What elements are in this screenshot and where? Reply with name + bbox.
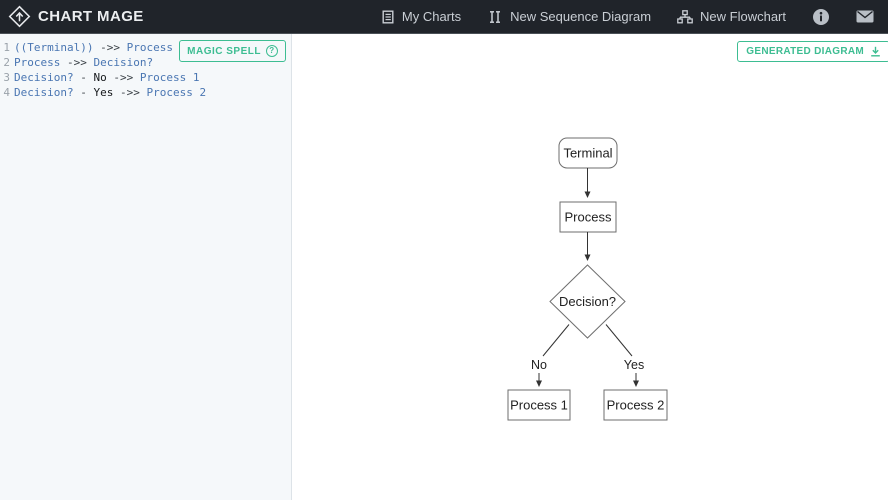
logo-diamond-arrow-icon	[8, 5, 31, 28]
code-line-content: ((Terminal)) ->> Process	[14, 40, 173, 55]
code-line-content: Process ->> Decision?	[14, 55, 153, 70]
code-line-content: Decision? - No ->> Process 1	[14, 70, 199, 85]
diagram-canvas: GENERATED DIAGRAM Terminal Process	[292, 34, 888, 500]
line-number: 4	[2, 85, 10, 100]
node-decision-label: Decision?	[559, 294, 616, 309]
edge-decision-process1-diagonal	[543, 325, 569, 357]
code-line-content: Decision? - Yes ->> Process 2	[14, 85, 206, 100]
node-process-label: Process	[565, 210, 612, 225]
nav-my-charts[interactable]: My Charts	[381, 9, 461, 24]
mail-button[interactable]	[856, 10, 874, 23]
code-editor[interactable]: 1 ((Terminal)) ->> Process 2 Process ->> De…	[0, 34, 292, 500]
nav-label: My Charts	[402, 9, 461, 24]
code-line[interactable]: 4 Decision? - Yes ->> Process 2	[0, 85, 291, 100]
node-terminal-label: Terminal	[563, 146, 612, 161]
flowchart-svg: Terminal Process Decision? No Process 1 …	[292, 34, 888, 500]
edge-decision-process2-diagonal	[606, 325, 632, 357]
nav-label: New Sequence Diagram	[510, 9, 651, 24]
node-process2-label: Process 2	[607, 398, 665, 413]
node-process1-label: Process 1	[510, 398, 568, 413]
magic-spell-button[interactable]: MAGIC SPELL ?	[179, 40, 286, 62]
edge-label-no: No	[531, 358, 547, 372]
info-icon	[812, 8, 830, 26]
nav-new-sequence-diagram[interactable]: New Sequence Diagram	[487, 9, 651, 24]
line-number: 1	[2, 40, 10, 55]
mail-icon	[856, 10, 874, 23]
flowchart-icon	[677, 10, 693, 24]
logo-text: CHART MAGE	[38, 8, 144, 25]
my-charts-icon	[381, 10, 395, 24]
main-area: 1 ((Terminal)) ->> Process 2 Process ->> De…	[0, 34, 888, 500]
sequence-diagram-icon	[487, 10, 503, 24]
help-icon: ?	[266, 45, 278, 57]
line-number: 2	[2, 55, 10, 70]
info-button[interactable]	[812, 8, 830, 26]
nav-new-flowchart[interactable]: New Flowchart	[677, 9, 786, 24]
magic-spell-label: MAGIC SPELL	[187, 46, 261, 57]
logo[interactable]: CHART MAGE	[8, 5, 144, 28]
nav-label: New Flowchart	[700, 9, 786, 24]
line-number: 3	[2, 70, 10, 85]
header: CHART MAGE My Charts New Sequence Diagra…	[0, 0, 888, 34]
edge-label-yes: Yes	[624, 358, 644, 372]
code-line[interactable]: 3 Decision? - No ->> Process 1	[0, 70, 291, 85]
header-nav: My Charts New Sequence Diagram New Flowc…	[381, 8, 874, 26]
